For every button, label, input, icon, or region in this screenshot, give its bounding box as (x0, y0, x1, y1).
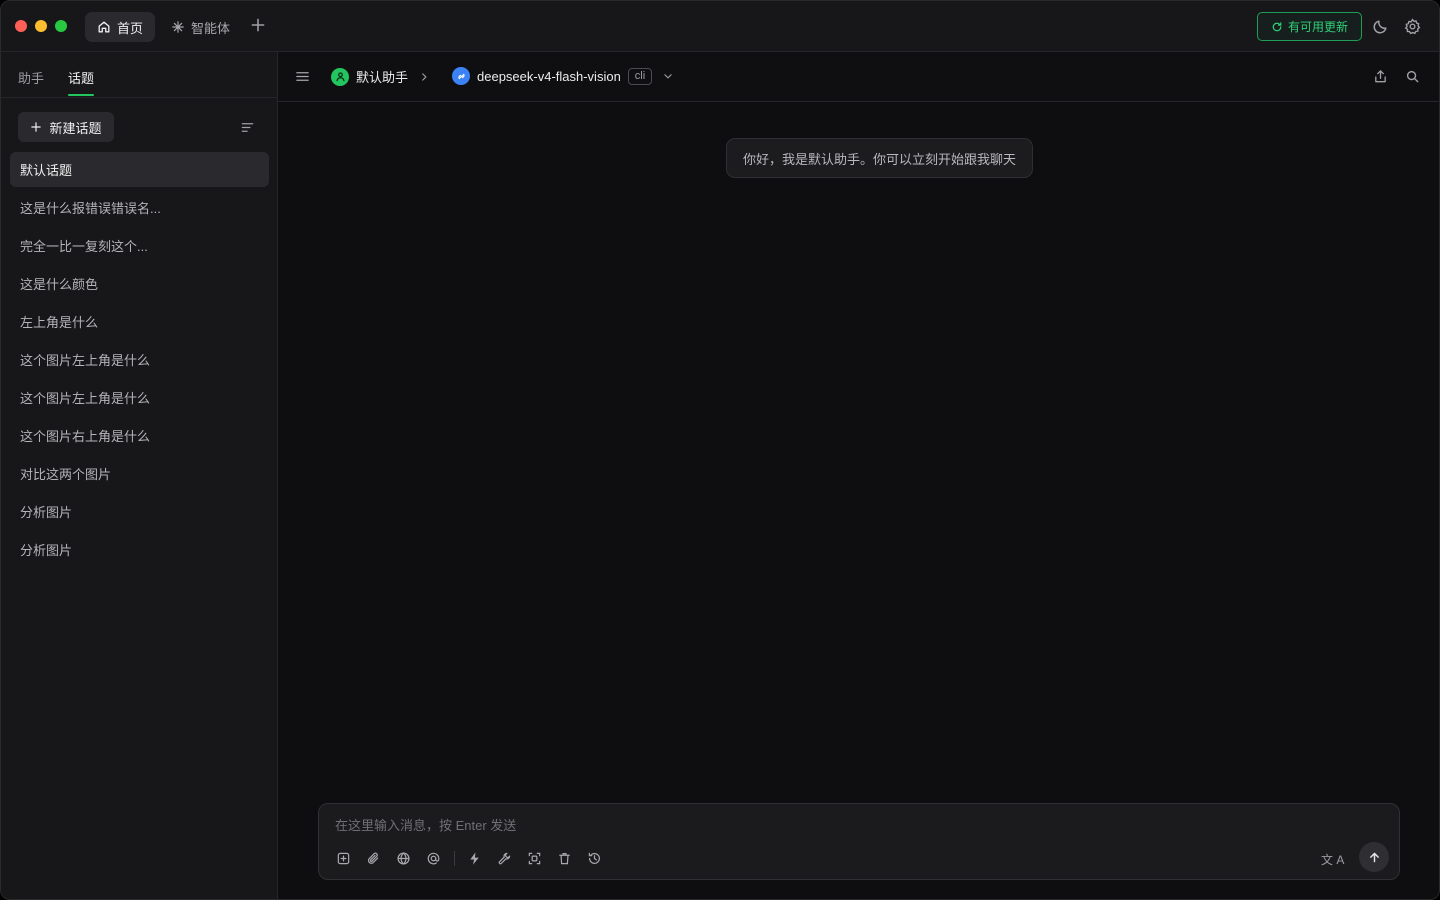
model-selector[interactable]: deepseek-v4-flash-vision cli (452, 67, 673, 85)
message-composer: 文 A (318, 803, 1400, 880)
wrench-icon[interactable] (497, 851, 512, 866)
arrow-up-icon (1369, 852, 1379, 862)
update-available-button[interactable]: 有可用更新 (1257, 12, 1362, 41)
tab-agents-label: 智能体 (191, 20, 231, 36)
new-topic-label: 新建话题 (49, 120, 102, 136)
refresh-icon (1272, 21, 1282, 31)
topic-item[interactable]: 这个图片左上角是什么 (10, 342, 269, 377)
menu-icon[interactable] (295, 69, 310, 84)
share-icon[interactable] (1373, 69, 1388, 84)
chat-header: 默认助手 deepseek-v4-flash-vision cli (278, 52, 1439, 102)
sidebar-tabs: 助手 话题 (1, 52, 277, 98)
topic-item[interactable]: 对比这两个图片 (10, 456, 269, 491)
add-square-icon[interactable] (336, 851, 351, 866)
tab-home-label: 首页 (117, 20, 144, 36)
topic-item[interactable]: 分析图片 (10, 532, 269, 567)
topic-label: 这个图片左上角是什么 (20, 391, 151, 406)
link-icon (457, 73, 465, 79)
active-tab-indicator (68, 94, 94, 96)
update-label: 有可用更新 (1287, 20, 1348, 34)
search-icon[interactable] (1405, 69, 1420, 84)
topic-label: 分析图片 (20, 505, 73, 520)
translate-button[interactable]: 文 A (1321, 851, 1344, 868)
assistant-name: 默认助手 (356, 70, 409, 85)
model-name: deepseek-v4-flash-vision (477, 68, 621, 84)
minimize-window-button[interactable] (35, 20, 47, 32)
topic-label: 这是什么颜色 (20, 277, 99, 292)
topic-item[interactable]: 这个图片右上角是什么 (10, 418, 269, 453)
history-icon[interactable] (587, 851, 602, 866)
user-icon (335, 72, 345, 82)
lightning-icon[interactable] (467, 851, 482, 866)
sort-icon[interactable] (240, 120, 255, 135)
assistant-avatar (331, 67, 349, 86)
plus-icon (31, 122, 42, 132)
topic-label: 这是什么报错误错误名... (20, 201, 161, 216)
send-button[interactable] (1359, 842, 1389, 872)
model-tag: cli (627, 67, 653, 85)
topic-label: 对比这两个图片 (20, 467, 112, 482)
globe-icon[interactable] (396, 851, 411, 866)
assistant-selector[interactable]: 默认助手 (331, 67, 429, 86)
tab-home[interactable]: 首页 (85, 12, 156, 42)
topic-item[interactable]: 这个图片左上角是什么 (10, 380, 269, 415)
topic-item[interactable]: 默认话题 (10, 152, 269, 187)
topic-label: 默认话题 (20, 163, 73, 178)
title-bar: 首页 智能体 有可用更新 (1, 1, 1439, 52)
moon-icon[interactable] (1372, 18, 1389, 35)
topic-item[interactable]: 完全一比一复刻这个... (10, 228, 269, 263)
topic-label: 完全一比一复刻这个... (20, 239, 148, 254)
window-controls (15, 20, 67, 32)
tab-agents[interactable]: 智能体 (159, 12, 242, 42)
topic-item[interactable]: 这是什么颜色 (10, 266, 269, 301)
mention-icon[interactable] (426, 851, 441, 866)
topic-label: 这个图片左上角是什么 (20, 353, 151, 368)
topic-label: 分析图片 (20, 543, 73, 558)
trash-icon[interactable] (557, 851, 572, 866)
topic-list: 默认话题 这是什么报错误错误名... 完全一比一复刻这个... 这是什么颜色 左… (10, 152, 269, 570)
close-window-button[interactable] (15, 20, 27, 32)
toolbar-divider (454, 851, 455, 866)
add-tab-icon[interactable] (249, 16, 267, 34)
topic-item[interactable]: 这是什么报错误错误名... (10, 190, 269, 225)
topic-label: 这个图片右上角是什么 (20, 429, 151, 444)
greeting-message: 你好，我是默认助手。你可以立刻开始跟我聊天 (726, 138, 1033, 178)
chevron-right-icon (422, 72, 427, 81)
sidebar: 助手 话题 新建话题 默认话题 这是什么报错误错误名... 完全一比一复刻这个.… (1, 52, 278, 899)
chat-area: 默认助手 deepseek-v4-flash-vision cli 你好，我是默… (278, 52, 1439, 899)
scan-icon[interactable] (527, 851, 542, 866)
message-input[interactable] (335, 815, 1235, 835)
maximize-window-button[interactable] (55, 20, 67, 32)
tab-assistants[interactable]: 助手 (18, 68, 44, 87)
paperclip-icon[interactable] (366, 851, 381, 866)
topic-label: 左上角是什么 (20, 315, 99, 330)
topic-item[interactable]: 左上角是什么 (10, 304, 269, 339)
new-topic-button[interactable]: 新建话题 (18, 112, 114, 142)
home-icon (98, 21, 110, 33)
app-window: 首页 智能体 有可用更新 助手 话题 新建话题 默认话题 这是什么报错误错误名.… (0, 0, 1440, 900)
gear-icon[interactable] (1404, 18, 1421, 35)
chevron-down-icon (664, 74, 672, 79)
topic-item[interactable]: 分析图片 (10, 494, 269, 529)
sparkle-icon (172, 21, 184, 33)
model-avatar (452, 67, 470, 85)
tab-topics[interactable]: 话题 (68, 68, 94, 87)
